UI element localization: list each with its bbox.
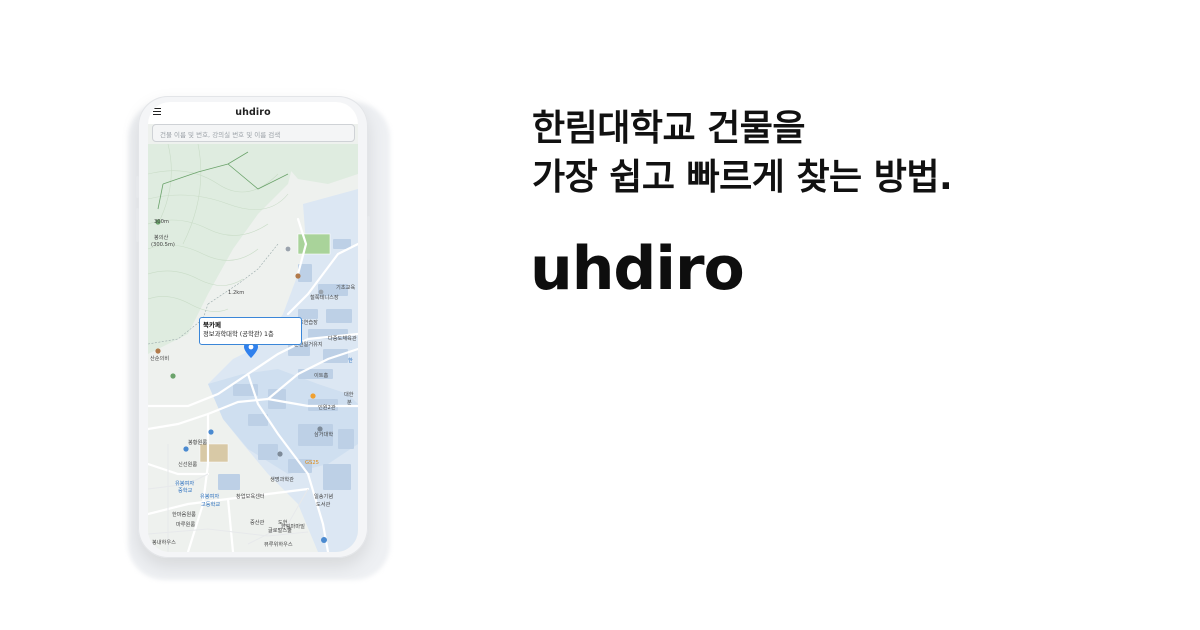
search-input[interactable]: 건물 이름 및 번호, 강의실 번호 및 이름 검색 <box>152 124 355 142</box>
map-label: 신선원룸 <box>178 462 198 468</box>
map-label: 1.2km <box>228 290 245 296</box>
app-screen: 철쭉테니스장 기초교육 골프연습장 춘천일거유지 다중도체육관 한 이트홈 인원… <box>148 102 358 552</box>
phone-side-button <box>136 176 139 198</box>
map-label: 기초교육 <box>336 285 356 291</box>
map-label: 삼거대학 <box>314 432 334 438</box>
map-label: 도서관 <box>316 502 331 508</box>
map-label: 봉의산 <box>154 235 169 241</box>
map-label: 산순의비 <box>150 356 170 362</box>
app-header: uhdiro <box>148 102 358 124</box>
callout-building-floor: 정보과학대학 (공학관) 1층 <box>203 331 274 338</box>
map-label: 철쭉테니스장 <box>310 295 339 301</box>
map-label: 마루원룸 <box>176 522 196 528</box>
map-label: 생명과학관 <box>270 477 294 483</box>
phone-mockup: 철쭉테니스장 기초교육 골프연습장 춘천일거유지 다중도체육관 한 이트홈 인원… <box>136 96 370 558</box>
map-label: 봉황원룸 <box>188 440 208 446</box>
brand-wordmark: uhdiro <box>530 234 745 304</box>
map-label: 창업보육센터 <box>236 494 265 500</box>
map-label: (300.5m) <box>151 242 175 248</box>
map-label: 분 <box>347 400 352 406</box>
sports-field <box>199 443 229 463</box>
app-title: uhdiro <box>235 107 271 118</box>
phone-side-button <box>136 208 139 242</box>
map-label: 대한 <box>344 392 354 398</box>
map-label: 300m <box>154 219 169 225</box>
map-label: 한마음원룸 <box>172 512 196 518</box>
map-label: 한림마마빌 <box>281 524 305 530</box>
map-label: 중학교 <box>178 488 193 494</box>
map-label: 한 <box>348 358 353 364</box>
map-label: 중산관 <box>250 520 265 526</box>
map-label: 유봉여자 <box>200 494 220 500</box>
map-label: 뷰루위하우스 <box>264 542 293 548</box>
callout-place-name: 북카페 <box>203 321 221 329</box>
map-label: 일송기념 <box>314 494 334 500</box>
headline-line-2: 가장 쉽고 빠르게 찾는 방법. <box>532 157 953 198</box>
map-label: 다중도체육관 <box>328 336 357 342</box>
map-label: 유봉여자 <box>175 481 195 487</box>
phone-side-button <box>367 216 370 260</box>
map-label: 고등학교 <box>201 502 221 508</box>
headline: 한림대학교 건물을 가장 쉽고 빠르게 찾는 방법. <box>532 104 1132 202</box>
headline-line-1: 한림대학교 건물을 <box>532 108 806 149</box>
map-label: GS25 <box>305 460 319 466</box>
map-label: 인원2관 <box>318 405 336 411</box>
map-label: 이트홈 <box>314 373 329 379</box>
building-callout[interactable]: 북카페 정보과학대학 (공학관) 1층 <box>199 317 302 345</box>
map-label: 봉내하우스 <box>152 540 176 546</box>
